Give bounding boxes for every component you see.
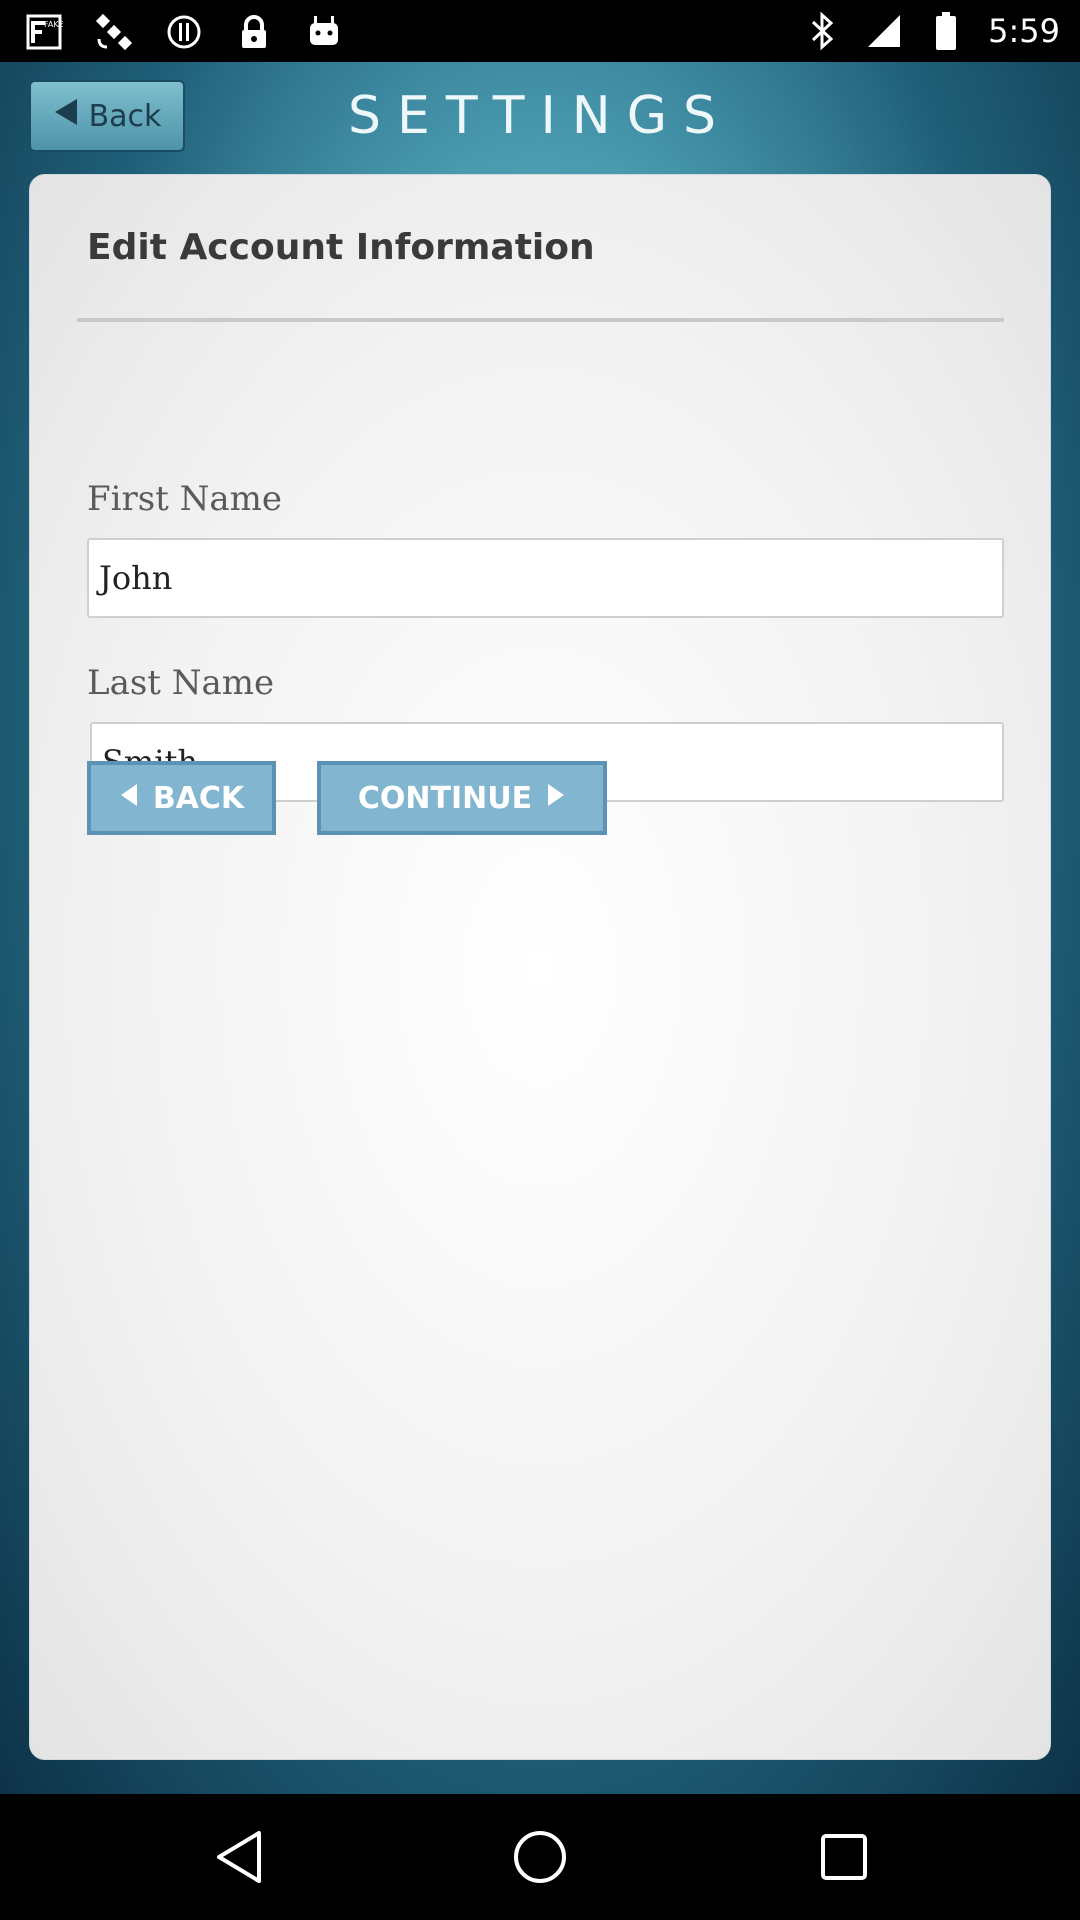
lock-icon	[234, 12, 274, 52]
continue-button[interactable]: CONTINUE	[317, 761, 607, 835]
svg-text:FAKE: FAKE	[44, 20, 63, 29]
nav-recents-icon[interactable]	[804, 1817, 884, 1897]
last-name-label: Last Name	[87, 663, 275, 703]
divider	[77, 318, 1004, 322]
status-time: 5:59	[988, 12, 1060, 50]
form-title: Edit Account Information	[87, 227, 595, 268]
nav-back-icon[interactable]	[199, 1817, 279, 1897]
page-title: SETTINGS	[347, 86, 732, 146]
fake-gps-icon: FAKE	[24, 12, 64, 52]
satellite-icon	[94, 12, 134, 52]
status-right-icons: 5:59	[802, 8, 1060, 54]
alert-icon	[164, 12, 204, 52]
app-screen: Back SETTINGS Edit Account Information F…	[0, 62, 1080, 1794]
first-name-label: First Name	[87, 479, 283, 519]
android-icon	[304, 12, 344, 52]
account-form-card: Edit Account Information First Name John…	[29, 174, 1051, 1760]
bluetooth-icon	[802, 11, 842, 51]
battery-icon	[926, 11, 966, 51]
status-bar: FAKE 5:59	[0, 0, 1080, 62]
back-button-label: BACK	[152, 780, 245, 816]
back-arrow-icon	[119, 781, 139, 816]
navigation-bar	[0, 1794, 1080, 1920]
back-button[interactable]: BACK	[87, 761, 276, 835]
continue-button-label: CONTINUE	[357, 780, 533, 816]
signal-icon	[864, 11, 904, 51]
nav-home-icon[interactable]	[500, 1817, 580, 1897]
status-left-icons: FAKE	[24, 10, 344, 54]
forward-arrow-icon	[546, 781, 566, 816]
first-name-field[interactable]: John	[87, 538, 1004, 618]
